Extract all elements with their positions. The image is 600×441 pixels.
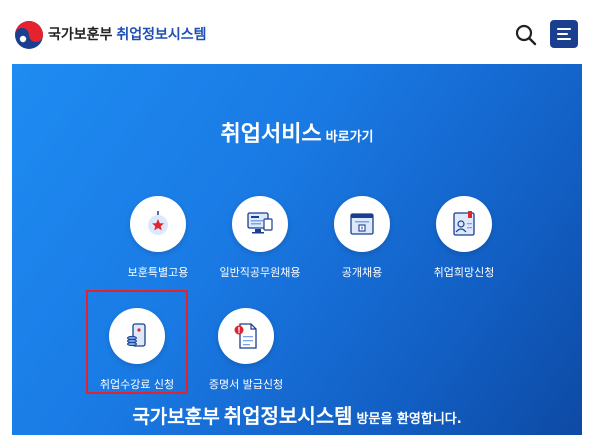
- profile-card-icon: [453, 211, 475, 236]
- search-icon: [515, 24, 537, 46]
- service-label: 취업희망신청: [433, 266, 495, 279]
- service-icon-circle: [436, 196, 492, 252]
- service-label: 보훈특별고용: [127, 266, 189, 279]
- welcome-system: 취업정보시스템: [223, 404, 353, 428]
- welcome-tail: 방문을 환영합니다.: [356, 412, 462, 427]
- service-label: 증명서 발급신청: [208, 378, 284, 391]
- monitor-icon: [247, 212, 273, 234]
- welcome-ministry: 국가보훈부: [132, 406, 220, 428]
- site-header: 국가보훈부 취업정보시스템: [0, 0, 600, 64]
- document-alert-icon: [234, 323, 257, 349]
- bookmark-star-icon: [148, 211, 168, 235]
- ministry-name: 국가보훈부: [48, 27, 113, 43]
- service-employment-wish-application[interactable]: 취업희망신청: [410, 196, 518, 306]
- service-open-recruitment[interactable]: 공개채용: [308, 196, 416, 306]
- banner-title-main: 취업서비스: [220, 122, 322, 147]
- selection-highlight-box: [86, 290, 188, 394]
- welcome-message: 국가보훈부 취업정보시스템 방문을 환영합니다.: [12, 400, 582, 429]
- site-brand[interactable]: 국가보훈부 취업정보시스템: [48, 24, 207, 46]
- government-emblem-logo[interactable]: [14, 20, 44, 50]
- hamburger-menu-icon: [557, 28, 571, 40]
- browser-window-icon: [350, 213, 374, 235]
- menu-button[interactable]: [550, 20, 578, 48]
- search-button[interactable]: [512, 21, 540, 49]
- service-general-civil-servant-hiring[interactable]: 일반직공무원채용: [206, 196, 314, 306]
- service-icon-circle: [334, 196, 390, 252]
- service-icon-circle: [130, 196, 186, 252]
- banner-title-sub: 바로가기: [325, 130, 374, 145]
- service-label: 일반직공무원채용: [219, 266, 301, 279]
- system-name: 취업정보시스템: [116, 27, 207, 43]
- service-label: 공개채용: [341, 266, 383, 279]
- service-icon-circle: [218, 308, 274, 364]
- service-icon-circle: [232, 196, 288, 252]
- service-banner: 취업서비스 바로가기 보훈특별고용 일반직공무원채용 공개채용 취업희망신청 취…: [12, 64, 582, 435]
- banner-title: 취업서비스 바로가기: [12, 116, 582, 148]
